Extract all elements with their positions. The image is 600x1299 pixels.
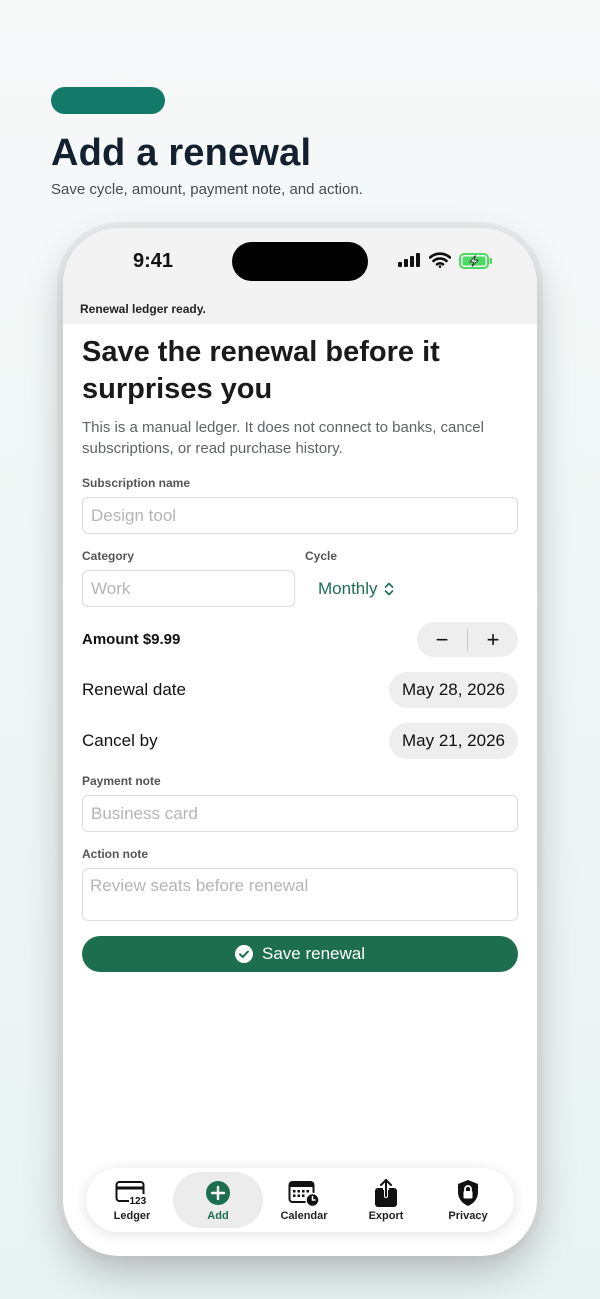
phone-frame: 9:41 Renewal ledger ready. Save the rene… xyxy=(63,228,537,1256)
cycle-picker[interactable]: Monthly xyxy=(318,570,395,607)
category-label: Category xyxy=(82,549,135,563)
action-note-textarea[interactable]: Review seats before renewal xyxy=(82,868,518,921)
action-note-label: Action note xyxy=(82,847,148,861)
renewal-form: Save the renewal before it surprises you… xyxy=(82,324,518,972)
renewal-date-label: Renewal date xyxy=(82,680,186,699)
svg-text:123: 123 xyxy=(130,1196,147,1206)
amount-label: Amount $9.99 xyxy=(82,631,181,648)
save-renewal-label: Save renewal xyxy=(261,944,365,963)
hero-subtitle: Save cycle, amount, payment note, and ac… xyxy=(51,181,363,198)
tab-ledger-label: Ledger xyxy=(113,1209,151,1222)
payment-note-label: Payment note xyxy=(82,774,161,788)
tab-bar: 123 Ledger Add Calendar Export Privacy xyxy=(86,1168,514,1232)
tab-export-label: Export xyxy=(368,1209,404,1222)
tab-calendar-label: Calendar xyxy=(280,1209,328,1222)
tab-ledger[interactable]: 123 Ledger xyxy=(91,1172,173,1228)
cycle-value: Monthly xyxy=(318,578,378,598)
status-banner: Renewal ledger ready. xyxy=(80,302,206,316)
chevron-up-down-icon xyxy=(384,582,393,595)
status-bar: 9:41 Renewal ledger ready. xyxy=(63,228,537,324)
battery-charging-icon xyxy=(459,253,492,269)
subscription-name-label: Subscription name xyxy=(82,476,191,490)
calendar-clock-icon xyxy=(288,1180,320,1207)
payment-note-input[interactable]: Business card xyxy=(82,795,518,832)
checkmark-circle-icon xyxy=(234,945,253,963)
tab-privacy[interactable]: Privacy xyxy=(427,1172,509,1228)
cellular-signal-icon xyxy=(398,253,420,267)
save-renewal-button[interactable]: Save renewal xyxy=(82,936,518,972)
tab-calendar[interactable]: Calendar xyxy=(263,1172,345,1228)
subscription-name-input[interactable]: Design tool xyxy=(82,497,518,534)
form-description: This is a manual ledger. It does not con… xyxy=(82,419,484,457)
renewal-date-picker[interactable]: May 28, 2026 xyxy=(388,672,518,708)
hero-accent-pill xyxy=(51,87,165,114)
status-time: 9:41 xyxy=(133,250,174,272)
form-title: Save the renewal before it surprises you xyxy=(82,336,440,405)
cycle-label: Cycle xyxy=(305,549,338,563)
plus-circle-icon xyxy=(206,1180,230,1205)
tab-add-label: Add xyxy=(207,1209,229,1222)
amount-decrement-button[interactable]: − xyxy=(417,622,467,657)
ledger-card-123-icon: 123 xyxy=(115,1180,148,1206)
lock-shield-icon xyxy=(458,1179,478,1206)
amount-stepper: − + xyxy=(417,622,518,657)
share-up-icon xyxy=(375,1177,397,1207)
category-input[interactable]: Work xyxy=(82,570,295,607)
hero-title: Add a renewal xyxy=(51,132,312,174)
dynamic-island xyxy=(232,242,368,281)
cancel-by-date-picker[interactable]: May 21, 2026 xyxy=(388,723,518,759)
tab-privacy-label: Privacy xyxy=(448,1209,488,1222)
cancel-by-label: Cancel by xyxy=(82,731,158,750)
amount-increment-button[interactable]: + xyxy=(468,622,518,657)
wifi-icon xyxy=(429,252,451,268)
tab-add[interactable]: Add xyxy=(173,1172,263,1228)
tab-export[interactable]: Export xyxy=(345,1172,427,1228)
